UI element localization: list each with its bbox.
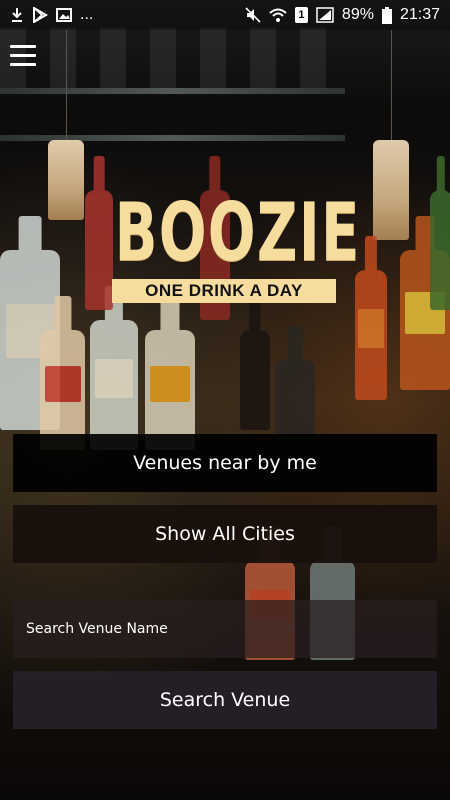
download-icon (10, 7, 24, 23)
logo-tagline: ONE DRINK A DAY (112, 279, 336, 303)
clock: 21:37 (399, 6, 440, 23)
more-notifications-icon: ... (80, 6, 94, 23)
logo-title: BOOZIE (114, 186, 361, 279)
venues-near-me-button[interactable]: Venues near by me (13, 434, 437, 492)
menu-icon[interactable] (10, 40, 40, 70)
sim-icon: 1 (294, 7, 308, 23)
mute-icon (245, 7, 261, 23)
search-venue-button[interactable]: Search Venue (13, 671, 437, 729)
show-all-cities-button[interactable]: Show All Cities (13, 505, 437, 563)
menu-line (10, 62, 36, 66)
glasses-shelf (0, 28, 345, 88)
pendant-lamp (373, 140, 409, 240)
battery-icon (381, 6, 392, 24)
menu-line (10, 53, 36, 57)
wifi-icon (269, 7, 287, 23)
play-store-icon (32, 7, 48, 23)
search-venue-field[interactable] (13, 600, 437, 658)
battery-percent: 89% (341, 6, 374, 23)
glass-shelf (0, 88, 345, 94)
signal-icon (316, 7, 334, 23)
menu-line (10, 44, 36, 48)
app-logo: BOOZIE ONE DRINK A DAY (108, 186, 361, 303)
pendant-lamp (48, 140, 84, 220)
image-icon (56, 7, 72, 23)
status-bar: ... 1 89% 21:37 (0, 0, 450, 30)
search-venue-input[interactable] (24, 620, 437, 638)
